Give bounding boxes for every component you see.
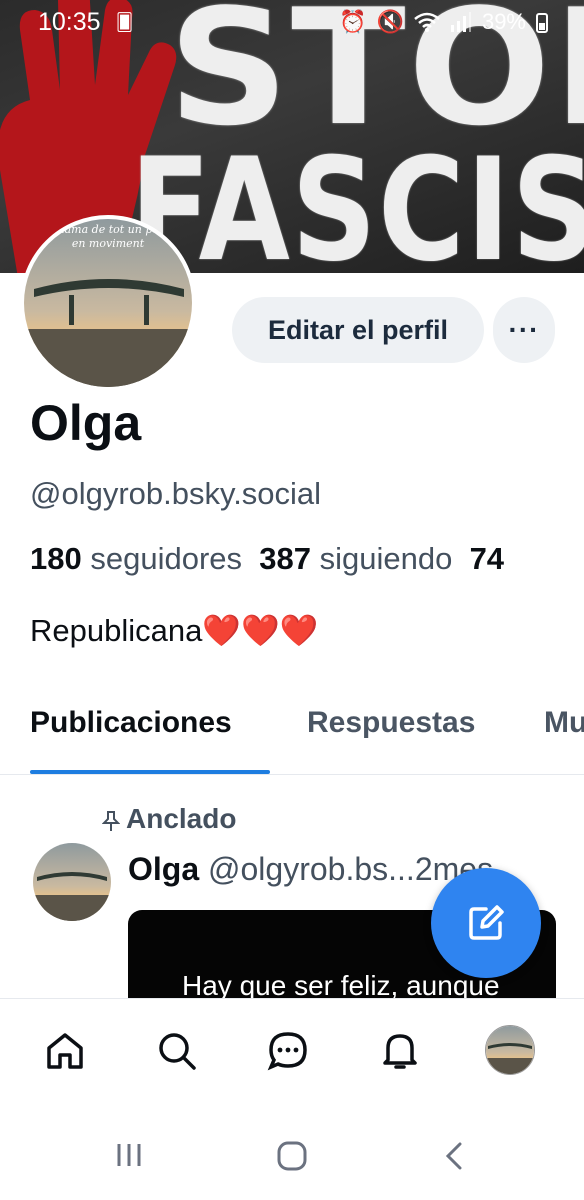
mute-icon: 🔇 [376,9,404,34]
nav-avatar-image [486,1026,534,1074]
avatar-caption-2: en moviment [72,237,145,250]
nav-home[interactable] [35,1021,95,1081]
home-button-icon[interactable] [276,1140,308,1172]
nav-search[interactable] [147,1021,207,1081]
profile-tabs: Publicaciones Respuestas Mu [0,690,584,775]
post-author-name[interactable]: Olga [128,851,199,887]
compose-icon [469,905,504,940]
post-header: Olga @olgyrob.bs...2mes [128,851,493,888]
pinned-label: Anclado [101,803,237,835]
bottom-nav [0,998,584,1111]
followers-label: seguidores [90,541,243,576]
pinned-text: Anclado [126,803,237,834]
posts-count: 74 [469,541,505,576]
following-count: 387 [259,541,311,576]
banner-word-fascism: FASCISM [130,128,584,273]
post-avatar-image [33,843,111,921]
signal-icon [450,12,471,32]
active-tab-indicator [30,770,270,774]
wifi-icon [414,12,440,32]
following-label: siguiendo [319,541,453,576]
status-bar: 10:35 🂠 ⏰ 🔇 39% [0,0,584,46]
home-icon [47,1033,83,1069]
notification-icon: 🂠 [116,13,134,32]
profile-stats: 180 seguidores 387 siguiendo 74 [30,541,504,577]
nav-chat[interactable] [258,1021,318,1081]
status-icons: ⏰ 🔇 39% [339,9,548,35]
profile-avatar[interactable]: La flama de tot un poble en moviment [20,215,196,391]
ellipsis-icon: ··· [508,314,540,345]
post-author-avatar[interactable] [33,843,111,921]
profile-bio: Republicana❤️❤️❤️ [30,613,319,648]
tab-publicaciones[interactable]: Publicaciones [30,706,232,740]
alarm-icon: ⏰ [339,9,367,34]
nav-notifications[interactable] [370,1021,430,1081]
followers-link[interactable]: 180 seguidores [30,541,242,576]
post-author-handle[interactable]: @olgyrob.bs... [208,851,415,887]
profile-handle: @olgyrob.bsky.social [30,476,322,511]
edit-profile-button[interactable]: Editar el perfil [232,297,484,363]
nav-profile-avatar[interactable] [485,1025,535,1075]
system-nav-bar [0,1110,584,1200]
battery-text: 39% [481,9,526,34]
profile-name: Olga [30,395,142,451]
bell-icon [383,1034,417,1069]
back-icon[interactable] [442,1140,468,1172]
recents-icon[interactable] [114,1140,144,1170]
followers-count: 180 [30,541,82,576]
tab-media[interactable]: Mu [544,706,584,740]
tab-respuestas[interactable]: Respuestas [307,706,475,740]
search-icon [159,1033,196,1070]
battery-icon [536,13,548,33]
following-link[interactable]: 387 siguiendo [259,541,452,576]
compose-button[interactable] [431,868,541,978]
pin-icon [101,810,121,831]
avatar-image: La flama de tot un poble en moviment [24,219,192,387]
chat-icon [267,1032,307,1071]
status-time: 10:35 [38,8,101,36]
more-options-button[interactable]: ··· [493,297,555,363]
